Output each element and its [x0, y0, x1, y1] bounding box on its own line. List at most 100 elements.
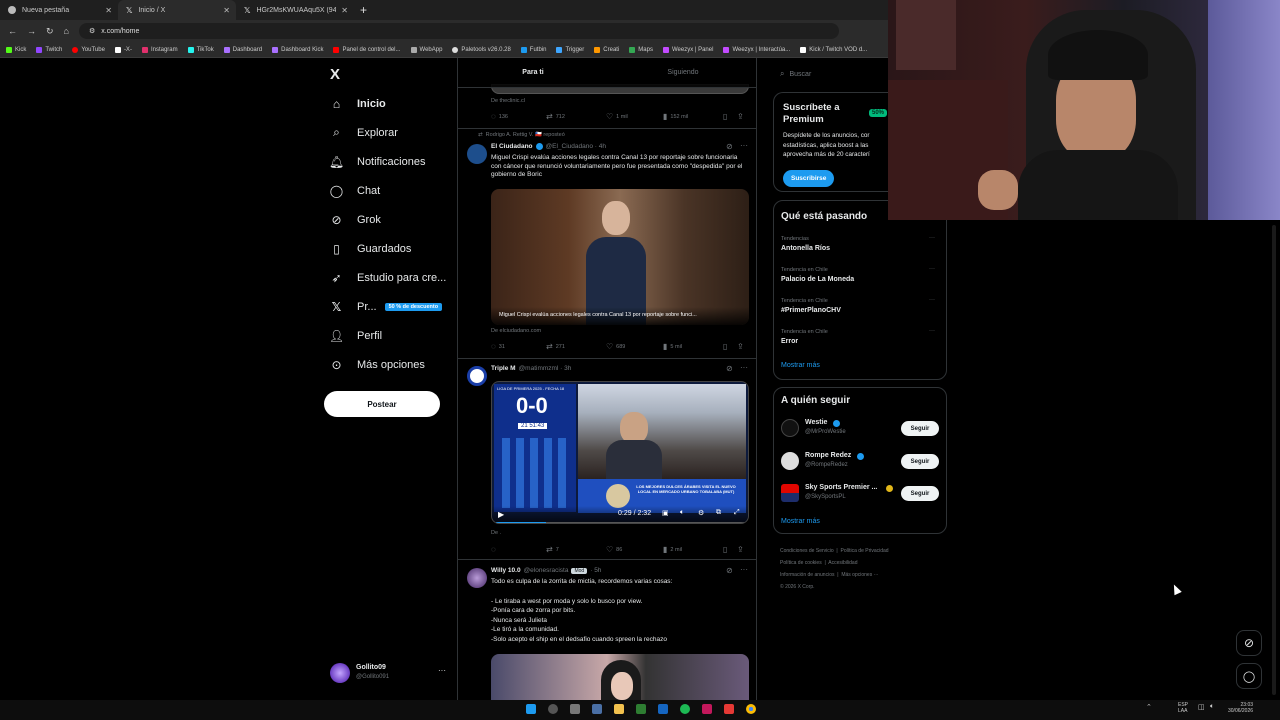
link-source[interactable]: De elciudadano.com	[491, 328, 541, 334]
grok-icon[interactable]: ⊘	[726, 142, 733, 151]
grok-icon[interactable]: ⊘	[726, 566, 733, 575]
bookmark-button[interactable]: ▯	[723, 342, 737, 351]
show-more-follow-link[interactable]: Mostrar más	[781, 518, 820, 525]
tweet-image[interactable]	[491, 654, 749, 700]
more-icon[interactable]: ···	[929, 328, 935, 334]
tab-inicio-x[interactable]: 𝕏 Inicio / X ✕	[118, 0, 236, 20]
follow-button[interactable]: Seguir	[901, 454, 939, 469]
bookmark[interactable]: TikTok	[187, 46, 214, 53]
nav-home[interactable]: ⌂ Inicio	[330, 97, 386, 111]
author-name[interactable]: Willy 10.0	[491, 567, 521, 574]
close-icon[interactable]: ✕	[341, 6, 348, 15]
nav-chat[interactable]: ◯ Chat	[330, 184, 380, 198]
reply-button[interactable]: ◌ 31	[491, 342, 546, 351]
footer-link[interactable]: Condiciones de Servicio	[780, 548, 834, 554]
app-icon[interactable]	[636, 704, 646, 714]
author-name[interactable]: El Ciudadano	[491, 143, 533, 150]
footer-link[interactable]: Política de cookies	[780, 560, 822, 566]
app-icon[interactable]	[724, 704, 734, 714]
author-handle[interactable]: @matimmzml · 3h	[519, 365, 572, 372]
bookmark-button[interactable]: ▯	[723, 545, 737, 554]
avatar[interactable]	[467, 144, 487, 164]
close-icon[interactable]: ✕	[223, 6, 230, 15]
follow-button[interactable]: Seguir	[901, 421, 939, 436]
bookmark[interactable]: Kick / Twitch VOD d...	[800, 46, 867, 53]
bookmark[interactable]: YouTube	[72, 46, 105, 53]
author-name[interactable]: Triple M	[491, 365, 516, 372]
bookmark-button[interactable]: ▯	[723, 112, 737, 121]
tab-for-you[interactable]: Para ti	[458, 58, 608, 87]
grok-icon[interactable]: ⊘	[726, 364, 733, 373]
new-tab-button[interactable]: +	[360, 3, 367, 17]
repost-button[interactable]: ⇄ 7	[546, 545, 606, 554]
views-button[interactable]: ▮ 152 mil	[663, 112, 723, 121]
video-progress[interactable]	[496, 522, 746, 523]
tweet-time[interactable]: · 5h	[590, 567, 601, 574]
play-icon[interactable]: ▶	[498, 510, 504, 519]
nav-more-options[interactable]: ⊙ Más opciones	[330, 358, 424, 372]
page-scrollbar[interactable]	[1272, 225, 1276, 695]
folder-icon[interactable]	[614, 704, 624, 714]
clock[interactable]: 23:03 30/06/2026	[1228, 702, 1253, 714]
bookmark[interactable]: Paletools v26.0.28	[452, 46, 511, 53]
follow-button[interactable]: Seguir	[901, 486, 939, 501]
bookmark[interactable]: Futbin	[520, 46, 546, 53]
app-icon[interactable]	[702, 704, 712, 714]
share-button[interactable]: ⇪	[737, 112, 744, 121]
network-icon[interactable]: ◫	[1198, 703, 1205, 711]
bookmark[interactable]: Kick	[6, 46, 26, 53]
nav-creator-studio[interactable]: ➶ Estudio para cre...	[330, 271, 446, 285]
footer-link[interactable]: Información de anuncios	[780, 572, 834, 578]
bookmark[interactable]: Trigger	[556, 46, 584, 53]
reply-button[interactable]: ◌	[491, 545, 546, 554]
tray-arrow-icon[interactable]: ⌃	[1146, 703, 1152, 711]
reload-icon[interactable]: ↻	[46, 26, 54, 37]
repost-button[interactable]: ⇄ 712	[546, 112, 606, 121]
avatar[interactable]	[467, 366, 487, 386]
author-handle[interactable]: @El_Ciudadano · 4h	[546, 143, 606, 150]
share-button[interactable]: ⇪	[737, 545, 744, 554]
tab-new-tab[interactable]: Nueva pestaña ✕	[0, 0, 118, 20]
like-button[interactable]: ♡ 689	[606, 342, 663, 351]
views-button[interactable]: ▮ 2 mil	[663, 545, 723, 554]
bookmark[interactable]: Panel de control del...	[333, 46, 401, 53]
tab-image[interactable]: 𝕏 HGr2MsKWUAAqu5X (941×16… ✕	[236, 0, 354, 20]
windows-start-icon[interactable]	[526, 704, 536, 714]
volume-icon[interactable]: 🔈︎	[680, 509, 684, 517]
spotify-icon[interactable]	[680, 704, 690, 714]
settings-icon[interactable]: ⚙	[698, 509, 704, 517]
account-switcher[interactable]: Gollito09 @Gollito091 ···	[330, 662, 450, 686]
more-icon[interactable]: ···	[740, 363, 748, 372]
nav-explore[interactable]: ⌕ Explorar	[330, 125, 398, 139]
grok-floating-button[interactable]: ⊘	[1236, 630, 1262, 656]
repost-button[interactable]: ⇄ 271	[546, 342, 606, 351]
more-icon[interactable]: ···	[929, 297, 935, 303]
bookmark[interactable]: Weezyx | Interactúa...	[723, 46, 790, 53]
home-icon[interactable]: ⌂	[64, 26, 69, 36]
views-button[interactable]: ▮ 5 mil	[663, 342, 723, 351]
footer-link[interactable]: Política de Privacidad	[841, 548, 889, 554]
nav-premium[interactable]: 𝕏 Pr... 50 % de descuento	[330, 300, 443, 314]
pip-icon[interactable]: ⧉	[716, 509, 721, 517]
search-input[interactable]: ⌕ Buscar	[780, 64, 890, 84]
bookmark[interactable]: Instagram	[141, 46, 178, 53]
footer-link[interactable]: Accesibilidad	[828, 560, 857, 566]
footer-link[interactable]: Más opciones ···	[841, 572, 878, 578]
chrome-icon[interactable]	[746, 704, 756, 714]
tweet-video[interactable]: LIGA DE PRIMERA 2025 - FECHA 18 0-0 21 5…	[491, 381, 749, 524]
bookmark[interactable]: Creati	[594, 46, 619, 53]
settings-icon[interactable]	[570, 704, 580, 714]
search-icon[interactable]	[548, 704, 558, 714]
post-button[interactable]: Postear	[324, 391, 440, 417]
link-source[interactable]: De theclinic.cl	[491, 98, 525, 104]
volume-icon[interactable]: 🔈︎	[1210, 703, 1214, 711]
more-icon[interactable]: ···	[929, 235, 935, 241]
captions-icon[interactable]: ▣	[662, 509, 669, 517]
bookmark[interactable]: Weezyx | Panel	[662, 46, 713, 53]
address-bar[interactable]: ⚙ x.com/home	[78, 23, 839, 39]
language-indicator[interactable]: ESP LAA	[1178, 702, 1188, 714]
bookmark[interactable]: Dashboard	[223, 46, 262, 53]
app-icon[interactable]	[592, 704, 602, 714]
tweet-image[interactable]: Miguel Crispi evalúa acciones legales co…	[491, 189, 749, 325]
share-button[interactable]: ⇪	[737, 342, 744, 351]
